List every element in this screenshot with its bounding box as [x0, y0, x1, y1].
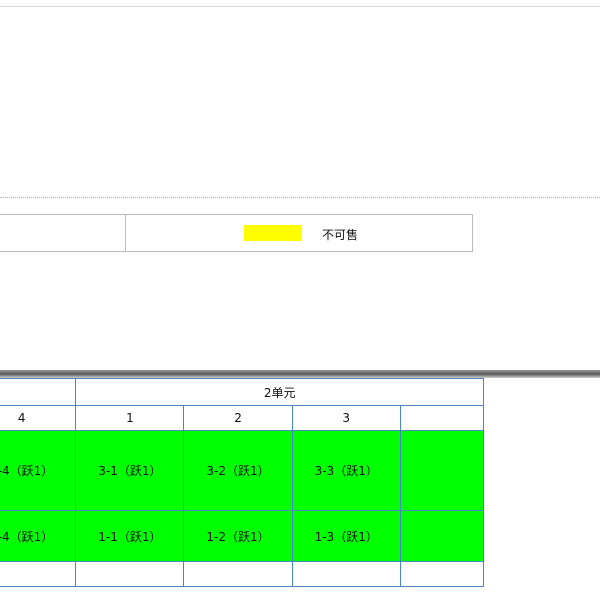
room-cell[interactable]: 3-2（跃1）: [183, 430, 293, 511]
room-cell[interactable]: [399, 430, 485, 511]
room-cell[interactable]: 1-3（跃1）: [291, 510, 401, 562]
empty-cell: [0, 561, 77, 587]
unit-grid: 2单元 4 1 2 3 3-4（跃1） 3-1（跃1） 3-2（跃1） 3-3（…: [0, 378, 485, 587]
legend-label-unsellable: 不可售: [322, 228, 359, 242]
floor-row: 3-4（跃1） 3-1（跃1） 3-2（跃1） 3-3（跃1）: [0, 430, 485, 511]
unit-grid-viewport[interactable]: 2单元 4 1 2 3 3-4（跃1） 3-1（跃1） 3-2（跃1） 3-3（…: [0, 378, 600, 600]
unit-header: 2单元: [75, 378, 484, 406]
room-cell[interactable]: 1-2（跃1）: [183, 510, 293, 562]
room-cell[interactable]: 3-1（跃1）: [75, 430, 185, 511]
empty-cell: [291, 561, 401, 587]
room-cell[interactable]: 3-4（跃1）: [0, 430, 77, 511]
room-cell[interactable]: [399, 510, 485, 562]
column-header-row: 4 1 2 3: [0, 405, 485, 431]
status-legend: 售 不可售: [0, 214, 473, 252]
column-header: 2: [183, 405, 293, 431]
top-panel: 售 不可售: [0, 0, 600, 372]
room-cell[interactable]: 1-4（跃1）: [0, 510, 77, 562]
legend-swatch-unsellable: [244, 225, 302, 241]
legend-cell-unsellable: 不可售: [126, 215, 472, 251]
unit-header-prev: [0, 378, 77, 406]
empty-row: [0, 561, 485, 587]
room-cell[interactable]: 1-1（跃1）: [75, 510, 185, 562]
dotted-separator: [0, 197, 600, 198]
empty-cell: [399, 561, 485, 587]
floor-row: 1-4（跃1） 1-1（跃1） 1-2（跃1） 1-3（跃1）: [0, 510, 485, 562]
legend-label-partial: 售: [0, 227, 1, 244]
column-header: 3: [291, 405, 401, 431]
legend-cell-sellable: 售: [0, 215, 126, 251]
empty-cell: [75, 561, 185, 587]
column-header: [399, 405, 485, 431]
unit-header-row: 2单元: [0, 378, 484, 406]
room-cell[interactable]: 3-3（跃1）: [291, 430, 401, 511]
top-rule: [0, 6, 600, 7]
panel-splitter[interactable]: [0, 370, 600, 378]
column-header: 4: [0, 405, 77, 431]
column-header: 1: [75, 405, 185, 431]
empty-cell: [183, 561, 293, 587]
